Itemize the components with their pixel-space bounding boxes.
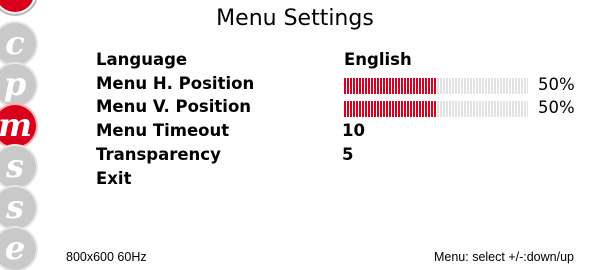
page-title: Menu Settings (216, 6, 374, 31)
resolution-status: 800x600 60Hz (66, 250, 147, 264)
menu-item-timeout[interactable]: Menu Timeout 10 (96, 121, 590, 145)
h-position-percent: 50% (538, 75, 575, 94)
menu-item-transparency[interactable]: Transparency 5 (96, 145, 590, 169)
h-position-fill (344, 78, 436, 94)
menu-item-h-position[interactable]: Menu H. Position 50% (96, 74, 590, 98)
icon-rail: c p m s s e (0, 0, 52, 270)
menu-item-label: Menu V. Position (96, 97, 252, 116)
h-position-slider[interactable] (344, 78, 528, 94)
menu-item-language[interactable]: Language English (96, 50, 590, 74)
menu-item-v-position[interactable]: Menu V. Position 50% (96, 97, 590, 121)
menu-item-label: Menu H. Position (96, 74, 255, 93)
setup-menu-icon[interactable]: s (0, 146, 36, 188)
picture-menu-icon[interactable]: p (0, 64, 36, 106)
exit-menu-icon[interactable]: e (0, 228, 36, 270)
menu-item-label: Menu Timeout (96, 121, 230, 140)
key-hint: Menu: select +/-:down/up (433, 250, 574, 264)
timeout-value: 10 (342, 121, 365, 140)
menu-item-label: Transparency (96, 145, 221, 164)
v-position-fill (344, 101, 436, 117)
menu-settings-icon[interactable]: m (0, 105, 36, 147)
v-position-percent: 50% (538, 98, 575, 117)
menu-item-exit[interactable]: Exit (96, 169, 590, 193)
system-menu-icon[interactable]: s (0, 187, 36, 229)
menu-item-label: Language (96, 50, 188, 69)
transparency-value: 5 (342, 145, 354, 164)
menu-item-label: Exit (96, 169, 132, 188)
v-position-slider[interactable] (344, 101, 528, 117)
language-value: English (344, 50, 412, 69)
